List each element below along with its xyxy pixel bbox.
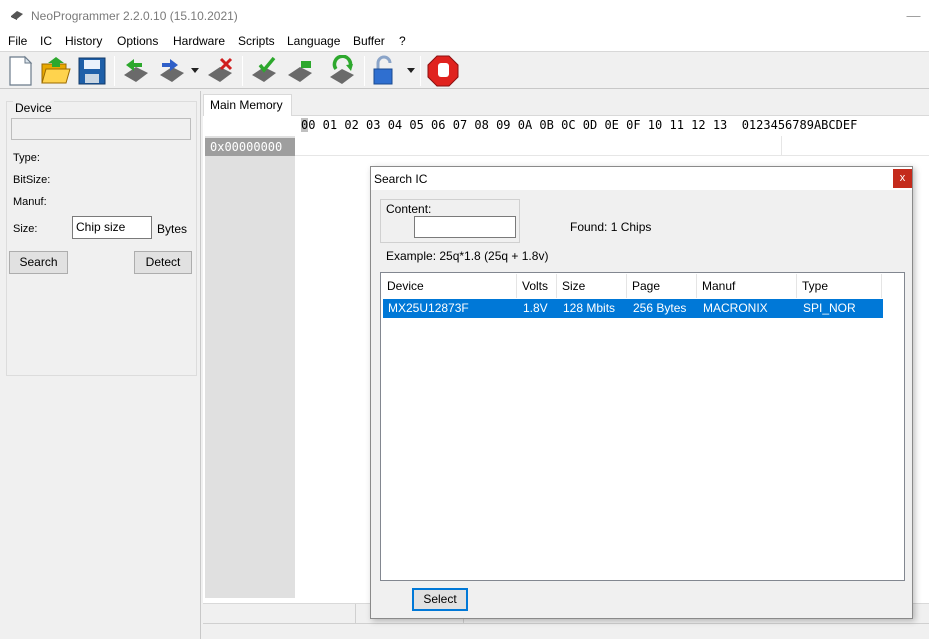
dialog-title: Search IC [374, 172, 428, 186]
device-name-field [11, 118, 191, 140]
minimize-button[interactable]: — [898, 8, 929, 24]
chip-list-header: Device Volts Size Page Manuf Type [382, 274, 904, 298]
device-group-legend: Device [13, 101, 54, 115]
toolbar-separator [420, 56, 421, 86]
open-folder-icon[interactable] [40, 55, 72, 87]
cell-manuf: MACRONIX [703, 301, 768, 315]
search-ic-dialog: Search IC x Content: Found: 1 Chips Exam… [370, 166, 913, 619]
column-volts[interactable]: Volts [517, 274, 557, 298]
write-dropdown-chevron-icon[interactable] [191, 68, 199, 74]
tab-main-memory[interactable]: Main Memory [203, 94, 292, 116]
address-column [205, 136, 295, 598]
erase-chip-icon[interactable] [204, 55, 236, 87]
found-count: Found: 1 Chips [570, 220, 652, 234]
toolbar-separator [242, 56, 243, 86]
row-divider [295, 155, 929, 156]
cell-device: MX25U12873F [388, 301, 469, 315]
toolbar-separator [364, 56, 365, 86]
verify-chip-icon[interactable] [248, 55, 280, 87]
table-row[interactable]: MX25U12873F 1.8V 128 Mbits 256 Bytes MAC… [383, 299, 883, 318]
dialog-title-bar: Search IC x [371, 167, 912, 190]
hex-offsets: 0 01 02 03 04 05 06 07 08 09 0A 0B 0C 0D… [308, 118, 858, 132]
ascii-divider [781, 136, 782, 156]
menu-options[interactable]: Options [117, 33, 158, 49]
chip-list[interactable]: Device Volts Size Page Manuf Type MX25U1… [380, 272, 905, 581]
toolbar-separator [114, 56, 115, 86]
content-legend: Content: [386, 202, 432, 216]
blank-check-icon[interactable] [284, 55, 316, 87]
column-device[interactable]: Device [382, 274, 517, 298]
size-label: Size: [13, 223, 38, 235]
write-chip-icon[interactable] [156, 55, 188, 87]
protect-lock-icon[interactable] [370, 55, 402, 87]
toolbar [0, 51, 929, 89]
hex-column-header: 00 01 02 03 04 05 06 07 08 09 0A 0B 0C 0… [301, 118, 857, 132]
menu-file[interactable]: File [8, 33, 27, 49]
app-chip-icon [11, 11, 23, 20]
menu-hardware[interactable]: Hardware [173, 33, 225, 49]
status-divider [355, 604, 356, 624]
cell-page: 256 Bytes [633, 301, 687, 315]
column-type[interactable]: Type [797, 274, 882, 298]
menu-ic[interactable]: IC [40, 33, 52, 49]
column-size[interactable]: Size [557, 274, 627, 298]
menu-history[interactable]: History [65, 33, 102, 49]
new-file-icon[interactable] [4, 55, 36, 87]
type-label: Type: [13, 152, 40, 164]
title-bar: NeoProgrammer 2.2.0.10 (15.10.2021) — [0, 0, 929, 31]
window-title: NeoProgrammer 2.2.0.10 (15.10.2021) [31, 9, 238, 23]
manuf-label: Manuf: [13, 196, 47, 208]
bottom-strip [203, 623, 929, 639]
select-button[interactable]: Select [412, 588, 468, 611]
cell-type: SPI_NOR [803, 301, 856, 315]
chip-size-input[interactable]: Chip size [72, 216, 152, 239]
column-manuf[interactable]: Manuf [697, 274, 797, 298]
menu-help[interactable]: ? [399, 33, 406, 49]
column-page[interactable]: Page [627, 274, 697, 298]
stop-icon[interactable] [427, 55, 459, 87]
auto-program-icon[interactable] [326, 55, 358, 87]
example-text: Example: 25q*1.8 (25q + 1.8v) [386, 249, 549, 263]
cell-volts: 1.8V [523, 301, 548, 315]
search-content-input[interactable] [414, 216, 516, 238]
menu-bar: File IC History Options Hardware Scripts… [0, 31, 929, 51]
address-cell: 0x00000000 [205, 138, 295, 156]
protect-dropdown-chevron-icon[interactable] [407, 68, 415, 74]
menu-scripts[interactable]: Scripts [238, 33, 275, 49]
bytes-label: Bytes [157, 222, 188, 236]
read-chip-icon[interactable] [120, 55, 152, 87]
bitsize-label: BitSize: [13, 174, 51, 186]
menu-buffer[interactable]: Buffer [353, 33, 385, 49]
dialog-close-button[interactable]: x [893, 169, 912, 188]
detect-button[interactable]: Detect [134, 251, 192, 274]
save-icon[interactable] [76, 55, 108, 87]
cell-size: 128 Mbits [563, 301, 616, 315]
search-button[interactable]: Search [9, 251, 68, 274]
menu-language[interactable]: Language [287, 33, 340, 49]
